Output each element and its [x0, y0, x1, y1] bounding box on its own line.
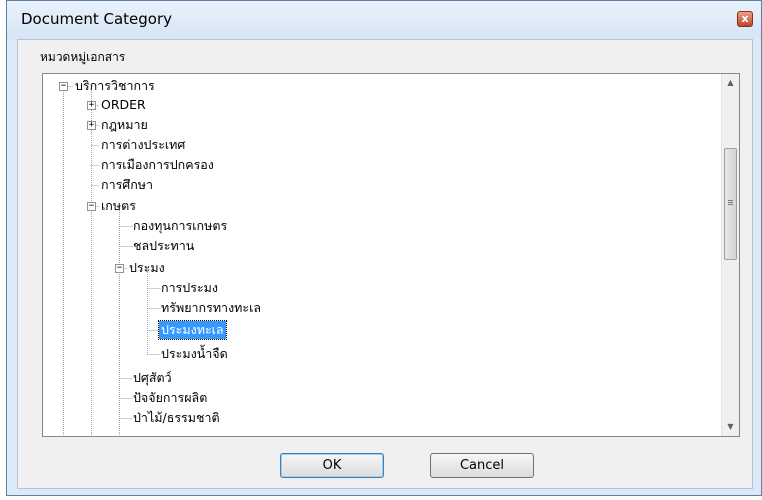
grip-line	[728, 200, 733, 201]
close-button[interactable]: x	[737, 11, 753, 27]
scroll-down-icon[interactable]: ▼	[722, 418, 739, 435]
dialog-body: หมวดหมู่เอกสาร − + + − − บริการวิชาการ O…	[17, 39, 753, 489]
grip-line	[728, 202, 733, 203]
collapse-icon[interactable]: −	[115, 264, 124, 273]
tree-node-marine-fisheries[interactable]: ประมงทะเล	[158, 320, 227, 340]
close-icon: x	[741, 12, 749, 25]
tree-node-education[interactable]: การศึกษา	[99, 176, 155, 194]
category-group-label: หมวดหมู่เอกสาร	[40, 50, 126, 64]
tree-node-marine-resources[interactable]: ทรัพยากรทางทะเล	[159, 299, 263, 317]
title-bar[interactable]: Document Category x	[7, 1, 761, 39]
document-category-dialog: Document Category x หมวดหมู่เอกสาร − + +…	[6, 0, 762, 496]
tree-node-freshwater-fisheries[interactable]: ประมงน้ำจืด	[159, 345, 230, 363]
tree-node-fisheries[interactable]: ประมง	[127, 259, 167, 277]
tree-node-agri-fund[interactable]: กองทุนการเกษตร	[131, 217, 229, 235]
tree-node-livestock[interactable]: ปศุสัตว์	[131, 369, 174, 387]
tree-vertical-scrollbar[interactable]: ▲ ▼	[721, 74, 739, 436]
tree-node-forestry-nature[interactable]: ป่าไม้/ธรรมชาติ	[131, 409, 222, 427]
tree-node-law[interactable]: กฎหมาย	[99, 116, 150, 134]
expand-icon[interactable]: +	[87, 121, 96, 130]
tree-node-production-factors[interactable]: ปัจจัยการผลิต	[131, 389, 209, 407]
tree-node-order[interactable]: ORDER	[99, 96, 148, 114]
window-title: Document Category	[21, 10, 172, 28]
expand-icon[interactable]: +	[87, 101, 96, 110]
tree-node-foreign-affairs[interactable]: การต่างประเทศ	[99, 136, 187, 154]
tree-node-agriculture[interactable]: เกษตร	[99, 197, 138, 215]
ok-button[interactable]: OK	[280, 453, 384, 478]
category-tree[interactable]: − + + − − บริการวิชาการ ORDER กฎหมาย การ…	[42, 73, 740, 437]
scrollbar-thumb[interactable]	[724, 148, 737, 260]
tree-node-fishing[interactable]: การประมง	[159, 279, 220, 297]
tree-node-irrigation[interactable]: ชลประทาน	[131, 237, 196, 255]
tree-node-academic-services[interactable]: บริการวิชาการ	[73, 77, 157, 95]
tree-node-politics[interactable]: การเมืองการปกครอง	[99, 156, 216, 174]
scroll-up-icon[interactable]: ▲	[722, 74, 739, 91]
collapse-icon[interactable]: −	[87, 202, 96, 211]
grip-line	[728, 204, 733, 205]
cancel-button[interactable]: Cancel	[430, 453, 534, 478]
collapse-icon[interactable]: −	[59, 82, 68, 91]
